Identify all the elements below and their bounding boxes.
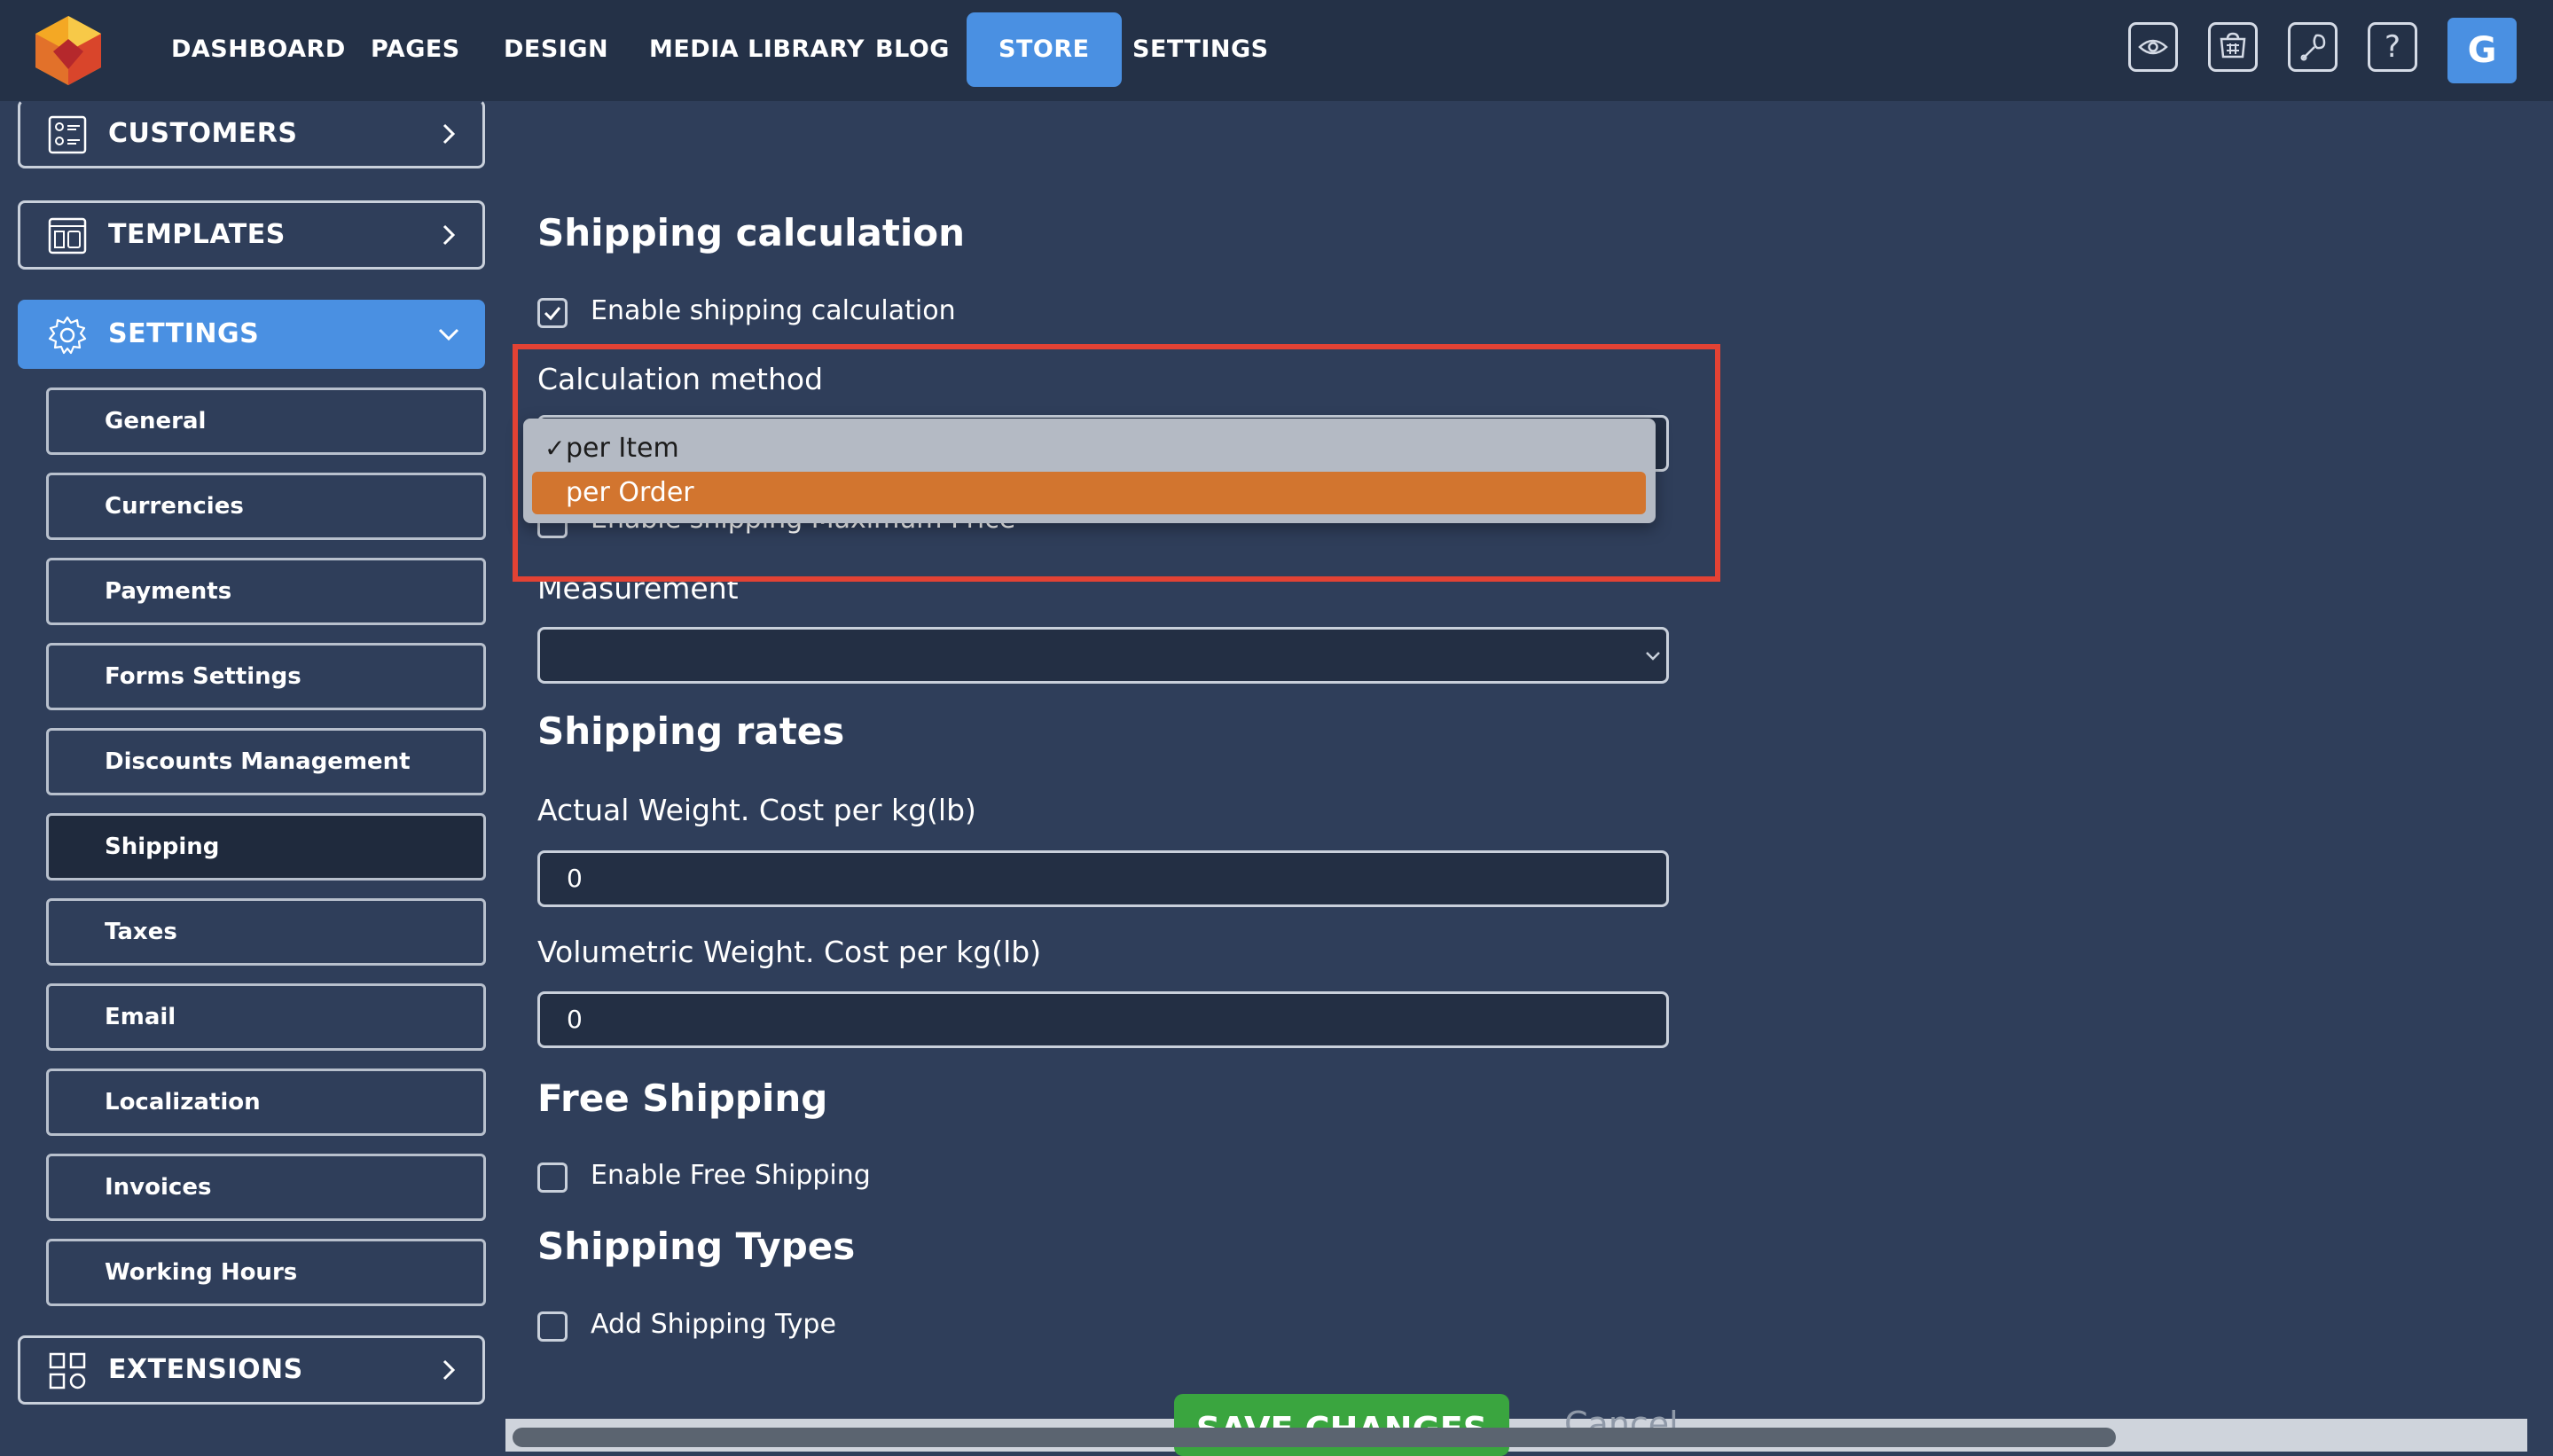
chevron-down-icon [1646,652,1660,661]
sidebar-item-discounts-management[interactable]: Discounts Management [46,728,486,795]
eye-icon [2138,39,2168,55]
sidebar-customers[interactable]: CUSTOMERS [18,99,485,168]
enable-shipping-calculation-checkbox[interactable] [537,298,568,328]
gear-icon [48,316,87,355]
shipping-rates-heading: Shipping rates [537,709,845,753]
sidebar-item-general[interactable]: General [46,387,486,455]
free-shipping-heading: Free Shipping [537,1076,828,1120]
calculation-method-dropdown: ✓ per Item per Order [523,419,1656,523]
selected-check-icon: ✓ [544,434,566,463]
top-navigation-bar: DASHBOARD PAGES DESIGN MEDIA LIBRARY BLO… [0,0,2553,101]
shipping-calculation-heading: Shipping calculation [537,211,966,254]
actual-weight-input[interactable]: 0 [537,850,1669,907]
wrench-icon [2300,34,2326,61]
sidebar-settings-label: SETTINGS [108,318,260,349]
sidebar-item-currencies[interactable]: Currencies [46,473,486,540]
volumetric-weight-label: Volumetric Weight. Cost per kg(lb) [537,935,1042,969]
user-avatar[interactable]: G [2447,18,2517,83]
checkmark-icon [544,307,561,321]
sidebar-item-invoices[interactable]: Invoices [46,1154,486,1221]
tools-button[interactable] [2288,22,2338,72]
sidebar-item-payments[interactable]: Payments [46,558,486,625]
sidebar-item-shipping[interactable]: Shipping [46,813,486,881]
horizontal-scrollbar-thumb[interactable] [513,1428,2116,1447]
sidebar-settings[interactable]: SETTINGS [18,300,485,369]
sidebar-item-working-hours[interactable]: Working Hours [46,1239,486,1306]
add-shipping-type-label: Add Shipping Type [591,1309,836,1340]
measurement-label: Measurement [537,571,739,606]
option-per-item-label: per Item [566,433,679,464]
volumetric-weight-input[interactable]: 0 [537,991,1669,1048]
option-per-order[interactable]: per Order [532,472,1646,514]
sidebar-item-localization[interactable]: Localization [46,1069,486,1136]
nav-store[interactable]: STORE [967,12,1122,87]
cart-icon [2220,32,2246,59]
chevron-right-icon [442,224,456,246]
nav-design[interactable]: DESIGN [504,12,608,87]
chevron-down-icon [438,328,459,341]
enable-free-shipping-label: Enable Free Shipping [591,1160,871,1191]
sidebar-item-taxes[interactable]: Taxes [46,898,486,966]
option-per-item[interactable]: ✓ per Item [532,427,1646,470]
add-shipping-type-checkbox[interactable] [537,1311,568,1342]
actual-weight-label: Actual Weight. Cost per kg(lb) [537,793,976,827]
templates-icon [48,217,87,254]
nav-media-library[interactable]: MEDIA LIBRARY [649,12,865,87]
measurement-select[interactable] [537,627,1669,684]
sidebar-item-email[interactable]: Email [46,983,486,1051]
enable-free-shipping-checkbox[interactable] [537,1162,568,1193]
sidebar-extensions[interactable]: EXTENSIONS [18,1335,485,1405]
nav-pages[interactable]: PAGES [371,12,460,87]
chevron-right-icon [442,1359,456,1381]
logo-icon[interactable] [30,12,106,89]
sidebar-item-forms-settings[interactable]: Forms Settings [46,643,486,710]
help-button[interactable]: ? [2368,22,2417,72]
shipping-types-heading: Shipping Types [537,1225,856,1268]
nav-blog[interactable]: BLOG [875,12,950,87]
chevron-right-icon [442,123,456,145]
customers-icon [48,115,87,154]
nav-settings[interactable]: SETTINGS [1132,12,1269,87]
sidebar-extensions-label: EXTENSIONS [108,1354,303,1385]
nav-dashboard[interactable]: DASHBOARD [171,12,346,87]
sidebar-customers-label: CUSTOMERS [108,118,298,149]
preview-button[interactable] [2128,22,2178,72]
enable-shipping-calculation-label: Enable shipping calculation [591,295,956,326]
calculation-method-label: Calculation method [537,362,824,396]
extensions-icon [49,1352,86,1389]
option-per-order-label: per Order [566,477,694,508]
store-button[interactable] [2208,22,2258,72]
sidebar-templates[interactable]: TEMPLATES [18,200,485,270]
help-icon: ? [2384,29,2401,65]
sidebar-templates-label: TEMPLATES [108,219,286,250]
